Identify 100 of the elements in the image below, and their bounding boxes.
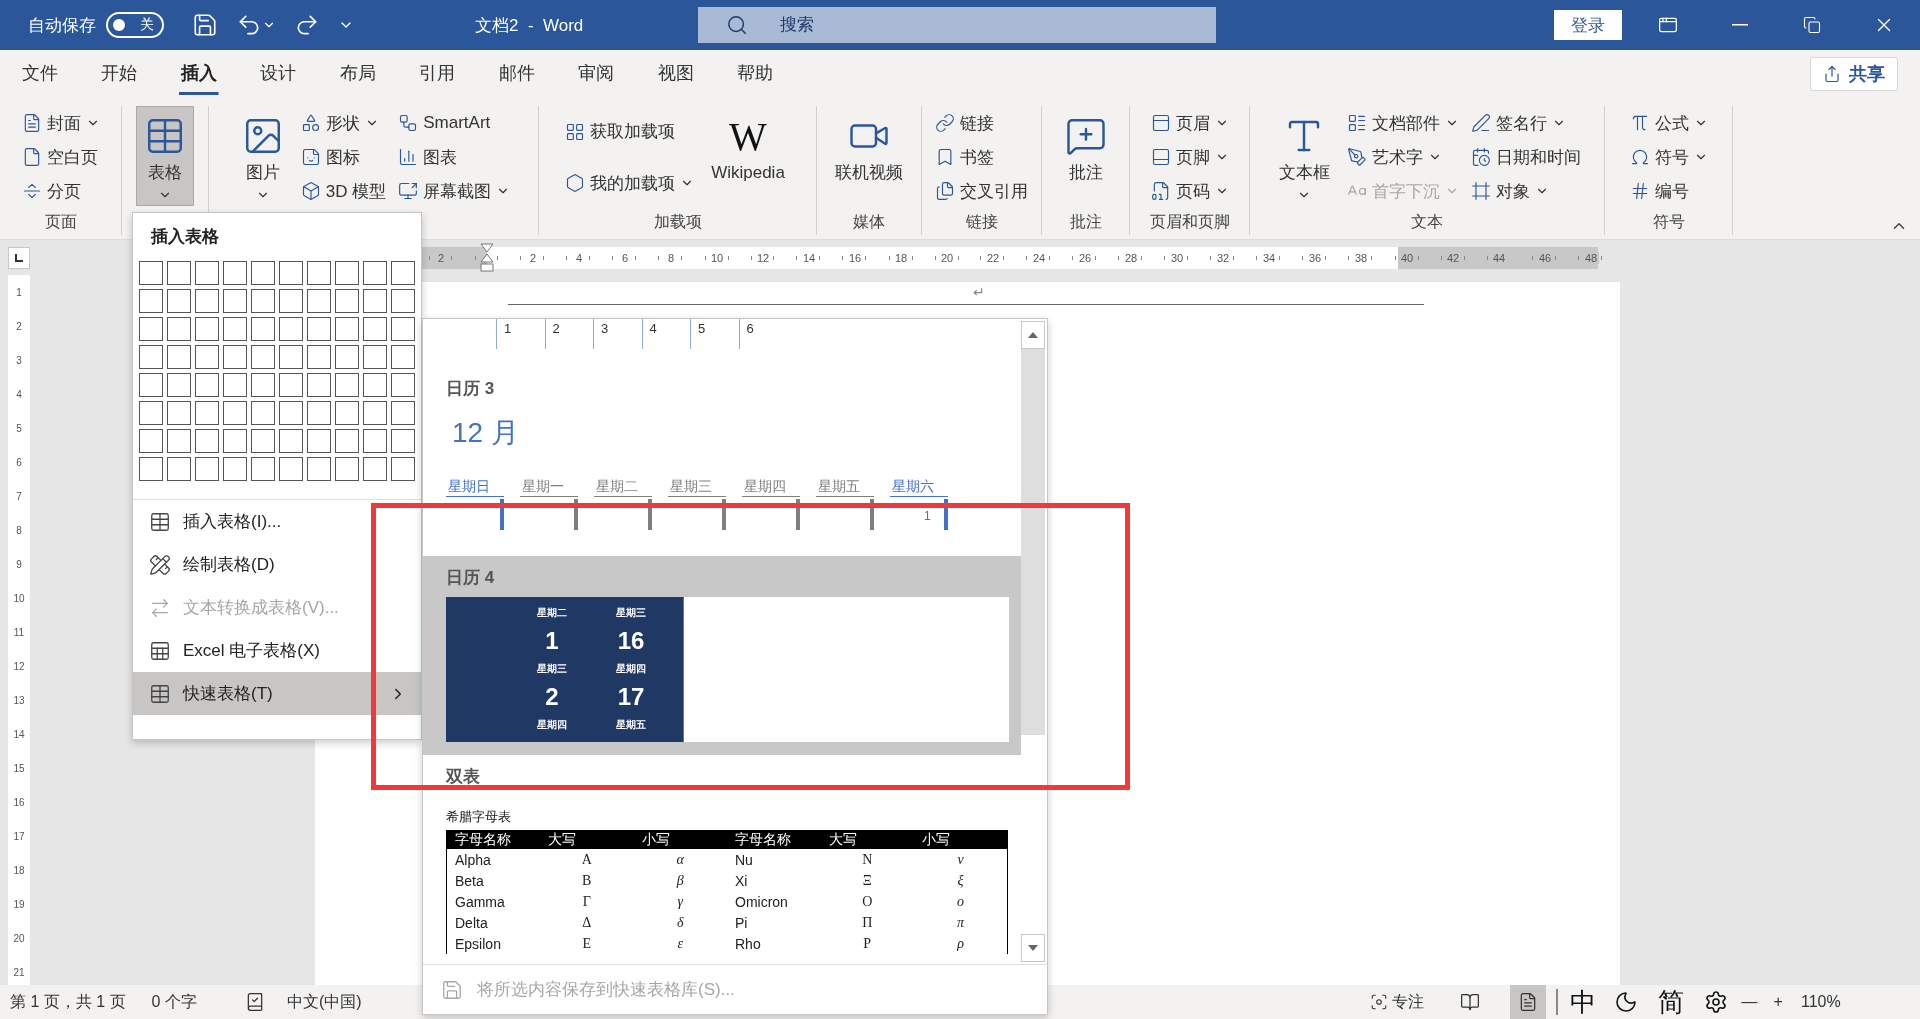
ribbon-button[interactable]: 符号 — [1626, 140, 1711, 174]
ribbon-button[interactable]: 文本框 — [1270, 106, 1338, 206]
weekday-label: 星期二 — [594, 478, 652, 497]
ribbon-button[interactable]: W Wikipedia — [703, 106, 793, 206]
spreadsheet-icon — [149, 639, 171, 662]
ribbon-button[interactable]: 表格 — [136, 106, 194, 206]
ribbon-button[interactable]: 联机视频 — [827, 106, 911, 206]
table-cell-text: ε — [676, 934, 684, 953]
table-cell-text: Γ — [581, 892, 592, 911]
autosave-label: 自动保存 — [28, 14, 96, 37]
ribbon-button[interactable]: 图表 — [395, 140, 514, 174]
menu-item[interactable]: Excel 电子表格(X) — [133, 629, 421, 672]
calendar-date: 2 — [544, 682, 560, 712]
ruler-number: 34 — [1260, 251, 1278, 264]
weekday-label: 星期五 — [615, 718, 647, 732]
ribbon-button[interactable]: 页脚 — [1147, 140, 1232, 174]
ribbon-button[interactable]: SmartArt — [395, 106, 514, 140]
ruler-number: 15 — [13, 762, 25, 774]
ribbon-button[interactable]: 页眉 — [1147, 106, 1232, 140]
bar-chart-icon — [398, 147, 419, 167]
menu-tab[interactable]: 视图 — [656, 50, 696, 98]
ribbon-button[interactable]: 批注 — [1056, 106, 1115, 206]
menu-tab[interactable]: 邮件 — [497, 50, 537, 98]
scroll-thumb[interactable] — [1021, 349, 1045, 735]
autosave-toggle[interactable]: 关 — [106, 12, 164, 38]
ime-mode-button[interactable]: 中 — [1569, 984, 1596, 1019]
ruler-number: 30 — [1168, 251, 1186, 264]
menu-tab[interactable]: 布局 — [338, 50, 378, 98]
ribbon-button[interactable]: 签名行 — [1467, 106, 1584, 140]
menu-tab[interactable]: 开始 — [99, 50, 139, 98]
ribbon-button[interactable]: 3D 模型 — [297, 174, 390, 208]
ribbon-button[interactable]: 编号 — [1626, 174, 1711, 208]
ribbon-button[interactable]: 书签 — [932, 140, 1031, 174]
ribbon-button[interactable]: 对象 — [1467, 174, 1584, 208]
table-cell-text: Ε — [581, 934, 593, 953]
ruler-number: 16 — [846, 251, 864, 264]
menu-tab[interactable]: 插入 — [179, 50, 219, 98]
menu-tab[interactable]: 审阅 — [576, 50, 616, 98]
zoom-level: 110% — [1800, 993, 1841, 1011]
ruler-number: 6 — [16, 456, 22, 468]
search-field[interactable]: 搜索 — [698, 7, 1217, 43]
diagram-icon — [398, 113, 419, 133]
ruler-number: 42 — [1444, 251, 1462, 264]
ruler-number: 8 — [665, 251, 677, 264]
ribbon-button[interactable]: 空白页 — [18, 140, 103, 174]
ribbon-button[interactable]: 文档部件 — [1343, 106, 1462, 140]
table-cell-text: Β — [581, 871, 593, 890]
ribbon-button[interactable]: 图片 — [233, 106, 292, 206]
view-button[interactable] — [1509, 985, 1546, 1019]
zoom-in-button[interactable]: + — [1765, 985, 1791, 1019]
menu-item[interactable]: 绘制表格(D) — [133, 543, 421, 586]
ruler-number: 12 — [754, 251, 772, 264]
zoom-out-button[interactable]: — — [1733, 985, 1766, 1019]
ribbon-button[interactable]: 形状 — [297, 106, 390, 140]
menu-tab[interactable]: 设计 — [258, 50, 298, 98]
gallery-item-selected[interactable]: 日历 4 星期二 星期三 1 16 星期三 星期四 2 17 星期四 星期五 — [423, 556, 1021, 755]
grid-icon — [565, 121, 586, 142]
pencil-ruler-icon — [149, 553, 171, 576]
menu-tab[interactable]: 文件 — [20, 50, 60, 98]
ribbon-button[interactable]: 页码 — [1147, 174, 1232, 208]
table-cell-text: Omicron — [734, 892, 789, 912]
menu-tab[interactable]: 帮助 — [735, 50, 775, 98]
column-bar — [722, 499, 726, 530]
table-cell-text: Ξ — [861, 871, 873, 890]
menu-item[interactable]: 插入表格(I)... — [133, 500, 421, 543]
ime-script-button[interactable]: 简 — [1657, 984, 1684, 1019]
column-header: 小写 — [633, 830, 727, 849]
menu-title: 插入表格 — [149, 226, 220, 248]
menu-item[interactable]: 快速表格(T) — [133, 672, 421, 715]
word-count: 0 个字 — [151, 991, 197, 1012]
table-cell: ο — [914, 891, 1008, 912]
ribbon-button[interactable]: 日期和时间 — [1467, 140, 1584, 174]
ribbon-button[interactable]: 公式 — [1626, 106, 1711, 140]
table-cell: ξ — [914, 870, 1008, 891]
ribbon-button[interactable]: 我的加载项 — [562, 166, 698, 201]
group-label: 链接 — [964, 212, 999, 232]
table-cell: Ν — [820, 849, 914, 870]
gallery-item[interactable]: 1 2 3 4 5 6 — [423, 319, 1021, 349]
share-button[interactable]: 共享 — [1810, 57, 1898, 91]
ruler-number: 12 — [13, 660, 25, 672]
scroll-down-button[interactable] — [1021, 934, 1045, 962]
sticker-icon — [300, 147, 321, 167]
ruler-number: 48 — [1582, 251, 1600, 264]
ribbon-button[interactable]: 图标 — [297, 140, 390, 174]
table-cell: ρ — [914, 933, 1008, 954]
ribbon-button[interactable]: 屏幕截图 — [395, 174, 514, 208]
calendar-clock-icon — [1470, 147, 1491, 167]
ribbon-button[interactable]: 分页 — [18, 174, 103, 208]
focus-button[interactable]: 专注 — [1361, 985, 1432, 1019]
tab-selector[interactable] — [8, 246, 30, 269]
ribbon-button[interactable]: 封面 — [18, 106, 103, 140]
table-cell-text: γ — [676, 892, 685, 911]
menu-tab[interactable]: 引用 — [417, 50, 457, 98]
ruler-number: 2 — [16, 320, 22, 332]
ribbon-button[interactable]: 获取加载项 — [562, 114, 698, 149]
scroll-up-button[interactable] — [1021, 321, 1045, 349]
ribbon-button[interactable]: 艺术字 — [1343, 140, 1462, 174]
ribbon-button[interactable]: 链接 — [932, 106, 1031, 140]
ribbon-button[interactable]: 交叉引用 — [932, 174, 1031, 208]
sign-in-button[interactable]: 登录 — [1554, 10, 1622, 40]
